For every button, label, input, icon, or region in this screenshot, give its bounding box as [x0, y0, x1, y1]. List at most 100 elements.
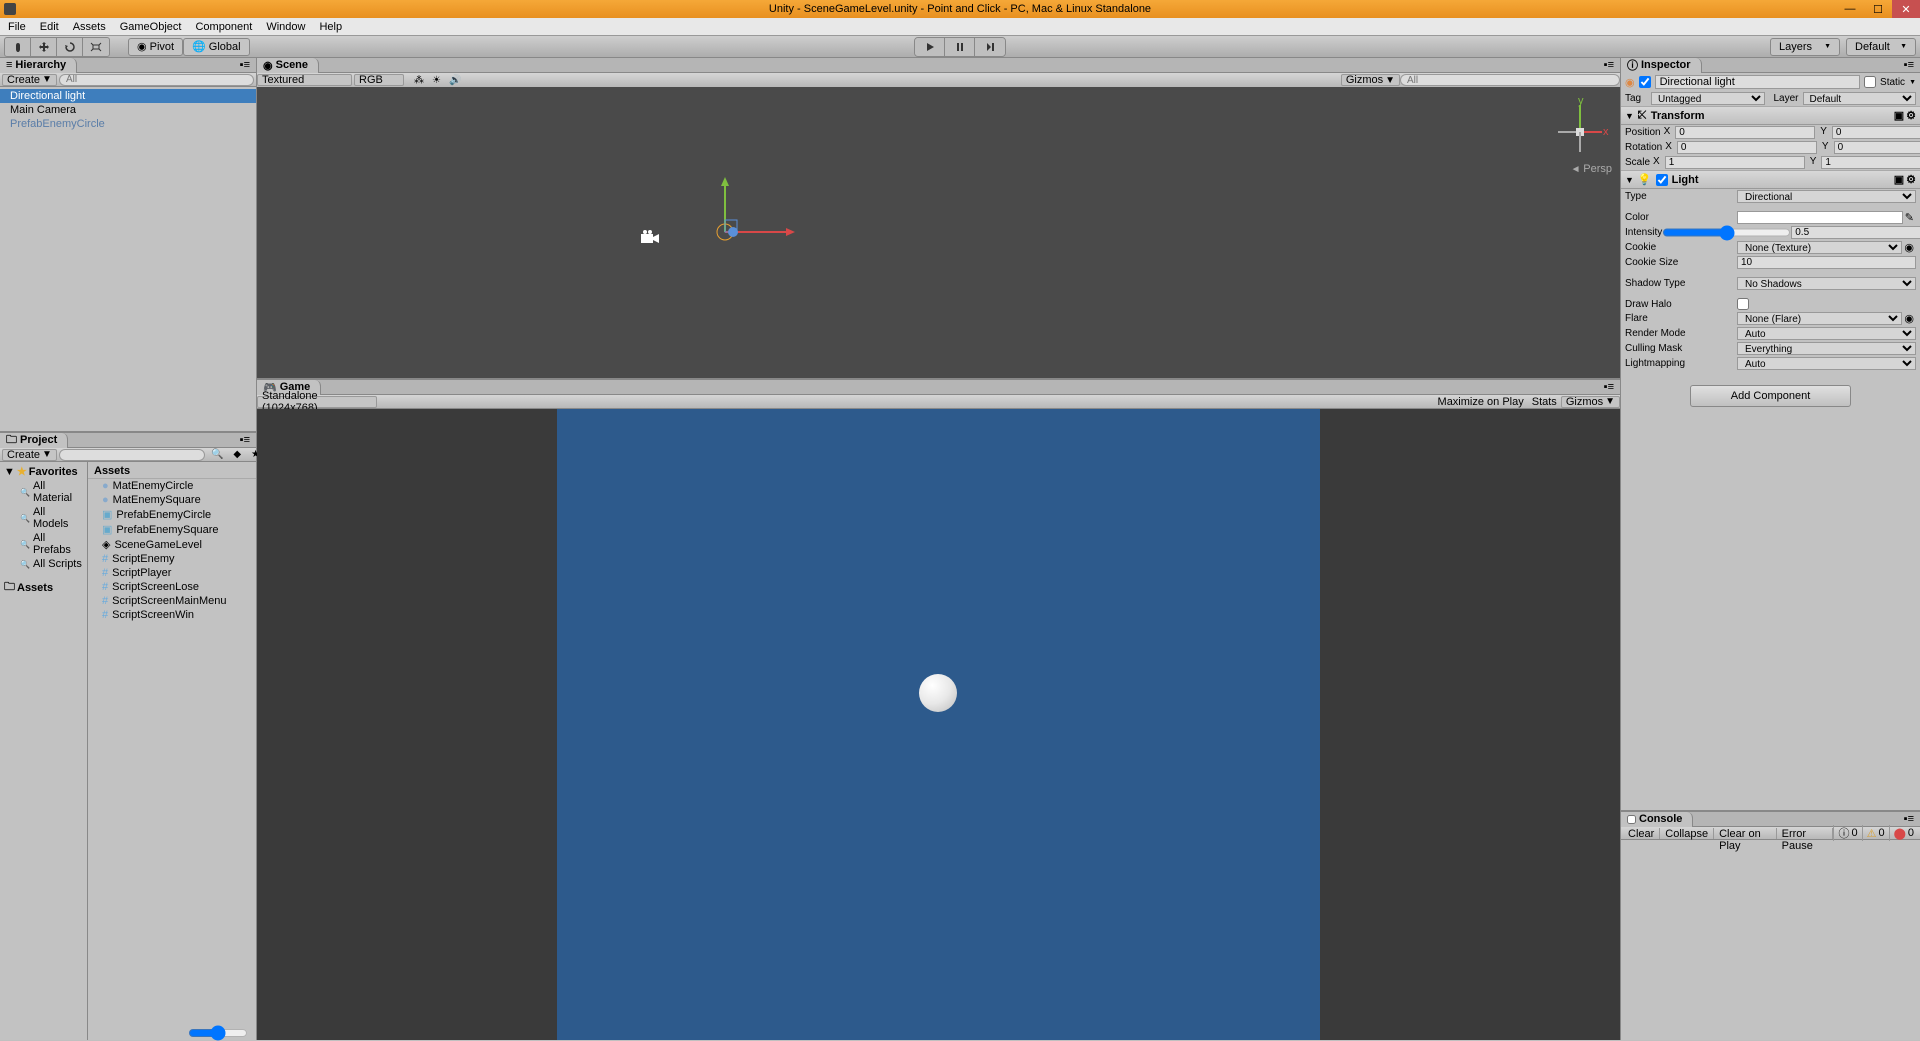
scale-x-input[interactable]	[1665, 156, 1805, 169]
hierarchy-search-input[interactable]	[59, 74, 254, 86]
menu-file[interactable]: File	[8, 21, 26, 33]
asset-item[interactable]: ▣PrefabEnemyCircle	[88, 507, 256, 522]
game-viewport[interactable]	[257, 409, 1620, 1040]
error-count[interactable]: ⬤0	[1889, 825, 1918, 841]
layout-dropdown[interactable]: Default	[1846, 38, 1916, 56]
console-checkbox[interactable]	[1627, 815, 1636, 824]
menu-assets[interactable]: Assets	[73, 21, 106, 33]
project-icon-size-slider[interactable]	[188, 1028, 248, 1038]
scene-viewport[interactable]: yx ◄ Persp	[257, 87, 1620, 378]
render-mode-dropdown[interactable]: Auto	[1737, 327, 1916, 340]
asset-item[interactable]: ●MatEnemyCircle	[88, 479, 256, 493]
culling-mask-dropdown[interactable]: Everything	[1737, 342, 1916, 355]
help-icon[interactable]: ▣	[1894, 173, 1904, 186]
add-component-button[interactable]: Add Component	[1690, 385, 1852, 407]
cookie-dropdown[interactable]: None (Texture)	[1737, 241, 1902, 254]
scene-tab[interactable]: ◉Scene	[257, 58, 319, 73]
gameobject-active-checkbox[interactable]	[1639, 76, 1651, 88]
scene-gizmos-dropdown[interactable]: Gizmos ▼	[1341, 74, 1400, 86]
console-options[interactable]: ▪≡	[1898, 813, 1920, 825]
scene-2d-toggle[interactable]: ⁂	[410, 74, 428, 86]
rotation-x-input[interactable]	[1677, 141, 1817, 154]
gear-icon[interactable]: ⚙	[1906, 173, 1916, 186]
object-picker-icon[interactable]: ◉	[1902, 241, 1916, 254]
inspector-options[interactable]: ▪≡	[1898, 59, 1920, 71]
project-filter-type-button[interactable]: ◆	[229, 449, 245, 461]
rotation-y-input[interactable]	[1834, 141, 1920, 154]
scene-search-input[interactable]	[1400, 74, 1620, 86]
hierarchy-create-dropdown[interactable]: Create ▼	[2, 74, 57, 86]
transform-gizmo[interactable]	[715, 172, 805, 265]
warning-count[interactable]: ⚠0	[1862, 825, 1889, 841]
layer-dropdown[interactable]: Default	[1803, 92, 1917, 105]
intensity-input[interactable]	[1791, 226, 1920, 239]
favorite-item[interactable]: All Prefabs	[0, 531, 87, 557]
asset-item[interactable]: ◈SceneGameLevel	[88, 537, 256, 552]
cookie-size-input[interactable]	[1737, 256, 1916, 269]
hierarchy-tab[interactable]: ≡Hierarchy	[0, 58, 77, 73]
assets-breadcrumb[interactable]: Assets	[88, 464, 256, 479]
hierarchy-options[interactable]: ▪≡	[234, 59, 256, 71]
project-tab[interactable]: 🗀Project	[0, 433, 68, 448]
position-x-input[interactable]	[1675, 126, 1815, 139]
draw-halo-checkbox[interactable]	[1737, 298, 1749, 310]
light-type-dropdown[interactable]: Directional	[1737, 190, 1916, 203]
hand-tool-button[interactable]	[5, 38, 31, 56]
console-error-pause-toggle[interactable]: Error Pause	[1777, 828, 1834, 839]
project-search-input[interactable]	[59, 449, 205, 461]
favorites-header[interactable]: ▼★Favorites	[0, 464, 87, 479]
scene-audio-toggle[interactable]: 🔊	[445, 74, 465, 86]
scene-options[interactable]: ▪≡	[1598, 59, 1620, 71]
console-tab[interactable]: Console	[1621, 812, 1693, 827]
global-button[interactable]: 🌐Global	[183, 38, 250, 56]
favorite-item[interactable]: All Models	[0, 505, 87, 531]
favorite-item[interactable]: All Scripts	[0, 557, 87, 571]
flare-dropdown[interactable]: None (Flare)	[1737, 312, 1902, 325]
console-clear-on-play-toggle[interactable]: Clear on Play	[1714, 828, 1777, 839]
static-dropdown-icon[interactable]: ▼	[1909, 79, 1916, 86]
help-icon[interactable]: ▣	[1894, 109, 1904, 122]
gameobject-name-input[interactable]	[1655, 75, 1860, 89]
menu-help[interactable]: Help	[319, 21, 342, 33]
game-gizmos-dropdown[interactable]: Gizmos ▼	[1561, 396, 1620, 408]
shadow-type-dropdown[interactable]: No Shadows	[1737, 277, 1916, 290]
game-options[interactable]: ▪≡	[1598, 381, 1620, 393]
game-aspect-dropdown[interactable]: Standalone (1024x768)	[257, 396, 377, 408]
asset-item[interactable]: #ScriptScreenLose	[88, 580, 256, 594]
asset-item[interactable]: ●MatEnemySquare	[88, 493, 256, 507]
layers-dropdown[interactable]: Layers	[1770, 38, 1840, 56]
stats-toggle[interactable]: Stats	[1528, 396, 1561, 408]
console-collapse-toggle[interactable]: Collapse	[1660, 828, 1714, 839]
dropper-icon[interactable]: ✎	[1903, 211, 1916, 224]
scene-render-dropdown[interactable]: RGB	[354, 74, 404, 86]
hierarchy-item[interactable]: PrefabEnemyCircle	[0, 117, 256, 131]
minimize-button[interactable]: —	[1836, 0, 1864, 18]
menu-gameobject[interactable]: GameObject	[120, 21, 182, 33]
console-clear-button[interactable]: Clear	[1623, 828, 1660, 839]
transform-component-header[interactable]: ▼ ⤪ Transform ▣⚙	[1621, 106, 1920, 125]
static-checkbox[interactable]	[1864, 76, 1876, 88]
assets-root[interactable]: 🗀Assets	[0, 577, 87, 598]
move-tool-button[interactable]	[31, 38, 57, 56]
rotate-tool-button[interactable]	[57, 38, 83, 56]
inspector-tab[interactable]: ⓘInspector	[1621, 58, 1702, 73]
pivot-button[interactable]: ◉Pivot	[128, 38, 183, 56]
lightmapping-dropdown[interactable]: Auto	[1737, 357, 1916, 370]
object-picker-icon[interactable]: ◉	[1902, 312, 1916, 325]
project-filter-button[interactable]: 🔍	[207, 449, 227, 461]
intensity-slider[interactable]	[1662, 226, 1791, 239]
asset-item[interactable]: ▣PrefabEnemySquare	[88, 522, 256, 537]
asset-item[interactable]: #ScriptScreenWin	[88, 608, 256, 622]
hierarchy-item[interactable]: Main Camera	[0, 103, 256, 117]
scene-light-toggle[interactable]: ☀	[428, 74, 445, 86]
menu-edit[interactable]: Edit	[40, 21, 59, 33]
asset-item[interactable]: #ScriptScreenMainMenu	[88, 594, 256, 608]
step-button[interactable]	[975, 38, 1005, 56]
project-create-dropdown[interactable]: Create ▼	[2, 449, 57, 461]
pause-button[interactable]	[945, 38, 975, 56]
light-component-header[interactable]: ▼ 💡 Light ▣⚙	[1621, 170, 1920, 189]
maximize-on-play-toggle[interactable]: Maximize on Play	[1434, 396, 1528, 408]
project-options[interactable]: ▪≡	[234, 434, 256, 446]
play-button[interactable]	[915, 38, 945, 56]
menu-component[interactable]: Component	[195, 21, 252, 33]
